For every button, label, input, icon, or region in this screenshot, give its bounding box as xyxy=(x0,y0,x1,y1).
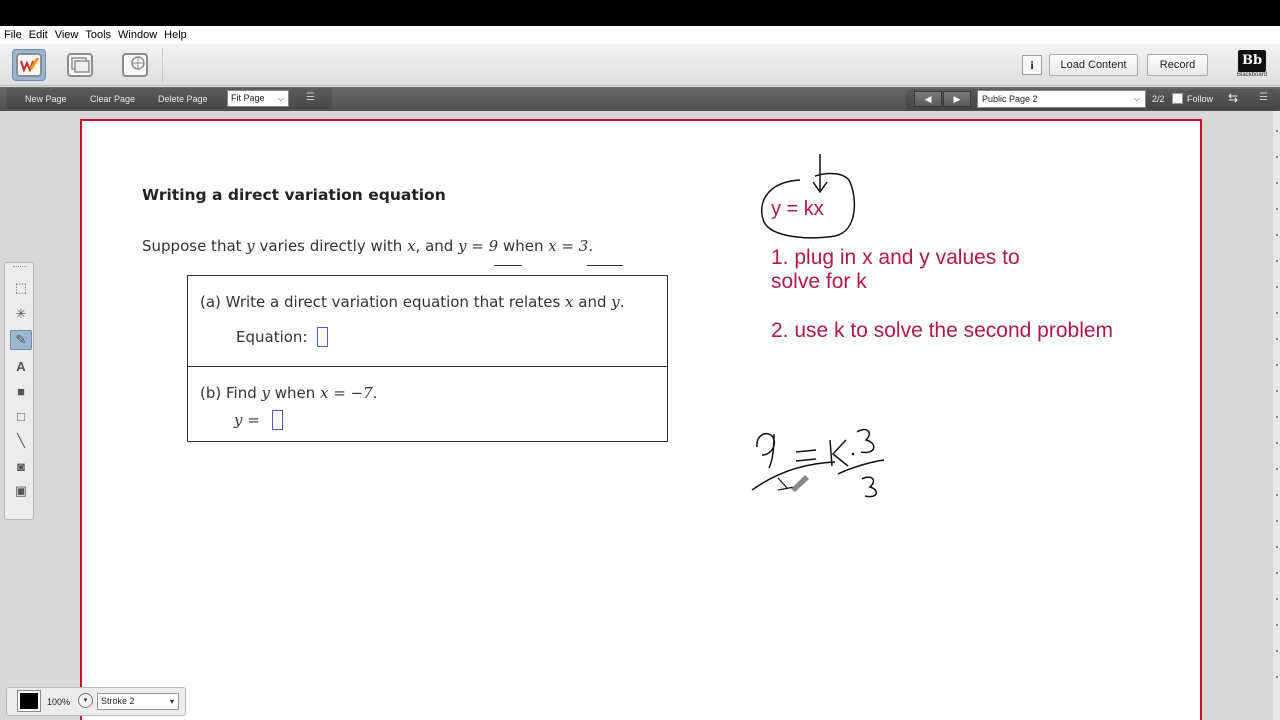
formula-annotation: y = kx xyxy=(771,198,824,220)
step-2-annotation: 2. use k to solve the second problem xyxy=(771,319,1114,342)
ink-dot xyxy=(851,452,855,456)
ink-arrow xyxy=(812,154,828,194)
opacity-value: 100% xyxy=(47,697,71,707)
grip-icon[interactable] xyxy=(13,266,27,269)
tool-palette: ⬚ ✳ ✎ A ■ □ ╲ ◙ ▣ xyxy=(4,262,34,520)
color-swatch[interactable] xyxy=(17,690,41,712)
ink-digit-3 xyxy=(856,428,875,454)
ink-layer xyxy=(751,154,885,498)
ink-digit-9 xyxy=(756,432,776,469)
text-tool-icon[interactable]: A xyxy=(10,356,32,376)
line-tool-icon[interactable]: ╲ xyxy=(10,431,32,451)
pencil-tool-icon[interactable]: ✎ xyxy=(10,330,32,350)
filled-shape-tool-icon[interactable]: ■ xyxy=(10,381,32,401)
stroke-select[interactable]: Stroke 2 ▾ xyxy=(97,693,179,710)
pointer-tool-icon[interactable]: ✳ xyxy=(10,304,32,324)
step-1-line-1: 1. plug in x and y values to xyxy=(771,246,1020,269)
camera-tool-icon[interactable]: ◙ xyxy=(10,456,32,476)
step-1-annotation: 1. plug in x and y values to solve for k xyxy=(771,246,1020,294)
clip-art-tool-icon[interactable]: ▣ xyxy=(10,481,32,501)
rectangle-tool-icon[interactable]: □ xyxy=(10,406,32,426)
opacity-dropdown-button[interactable]: ▾ xyxy=(78,693,93,708)
step-1-line-2: solve for k xyxy=(771,270,867,293)
chevron-down-icon: ▾ xyxy=(169,697,174,706)
ink-equals xyxy=(795,449,817,462)
stroke-value: Stroke 2 xyxy=(101,696,135,706)
ink-digit-3 xyxy=(861,476,877,498)
ink-fraction-lines xyxy=(751,459,885,491)
select-tool-icon[interactable]: ⬚ xyxy=(10,278,32,298)
pen-cursor xyxy=(791,475,809,492)
